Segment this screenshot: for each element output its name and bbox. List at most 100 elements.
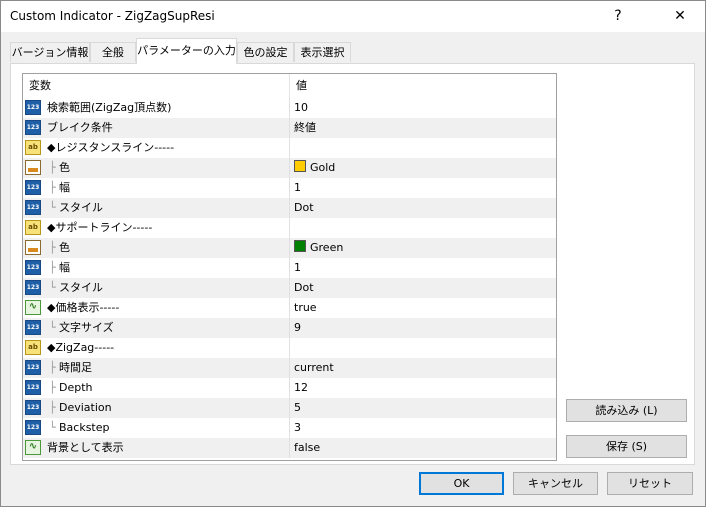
- close-button[interactable]: ✕: [657, 1, 703, 32]
- parameter-name-cell: ab ◆レジスタンスライン-----: [23, 138, 290, 158]
- parameter-row[interactable]: ab ◆サポートライン-----: [23, 218, 556, 238]
- parameter-value: Dot: [294, 201, 314, 214]
- parameter-row[interactable]: 123 └ Backstep 3: [23, 418, 556, 438]
- parameter-row[interactable]: 123 └ スタイル Dot: [23, 198, 556, 218]
- color-swatch: [294, 160, 306, 172]
- tab-version-info[interactable]: バージョン情報: [10, 42, 90, 62]
- parameter-name: 幅: [59, 261, 70, 274]
- integer-type-icon: 123: [25, 180, 41, 195]
- integer-type-icon: 123: [25, 260, 41, 275]
- parameter-row[interactable]: 123 └ 文字サイズ 9: [23, 318, 556, 338]
- tab-general[interactable]: 全般: [90, 42, 136, 62]
- parameter-name-cell: ├ 色: [23, 238, 290, 258]
- cancel-button[interactable]: キャンセル: [513, 472, 598, 495]
- parameter-row[interactable]: ab ◆ZigZag-----: [23, 338, 556, 358]
- tree-connector: ├: [49, 241, 56, 254]
- boolean-type-icon: ∿: [25, 440, 41, 455]
- parameter-value-cell[interactable]: [290, 218, 556, 238]
- tab-input-parameters[interactable]: パラメーターの入力: [136, 38, 237, 64]
- parameter-row[interactable]: 123 ├ 幅 1: [23, 258, 556, 278]
- tab-visualization[interactable]: 表示選択: [294, 42, 351, 62]
- parameter-value-cell[interactable]: true: [290, 298, 556, 318]
- tree-connector: ├: [49, 161, 56, 174]
- parameter-row[interactable]: ├ 色 Gold: [23, 158, 556, 178]
- parameter-value-cell[interactable]: Gold: [290, 158, 556, 178]
- parameter-value-cell[interactable]: 終値: [290, 118, 556, 138]
- parameter-row[interactable]: ∿ 背景として表示 false: [23, 438, 556, 458]
- tree-connector: └: [49, 321, 56, 334]
- parameter-name-cell: 123 ├ Depth: [23, 378, 290, 398]
- parameter-row[interactable]: 123 ブレイク条件 終値: [23, 118, 556, 138]
- parameter-value: 1: [294, 181, 301, 194]
- parameter-value-cell[interactable]: current: [290, 358, 556, 378]
- parameter-name-cell: 123 ├ Deviation: [23, 398, 290, 418]
- integer-type-icon: 123: [25, 420, 41, 435]
- parameter-row[interactable]: 123 ├ Deviation 5: [23, 398, 556, 418]
- parameter-name-cell: ├ 色: [23, 158, 290, 178]
- parameter-row[interactable]: 123 ├ Depth 12: [23, 378, 556, 398]
- parameter-value: Dot: [294, 281, 314, 294]
- parameter-value-cell[interactable]: Green: [290, 238, 556, 258]
- save-button[interactable]: 保存 (S): [566, 435, 687, 458]
- parameter-name: ◆サポートライン-----: [47, 221, 153, 234]
- color-type-icon: [25, 240, 41, 255]
- parameter-value-cell[interactable]: 5: [290, 398, 556, 418]
- parameter-name-cell: 123 検索範囲(ZigZag頂点数): [23, 98, 290, 118]
- title-bar: Custom Indicator - ZigZagSupResi ? ✕: [1, 1, 705, 32]
- parameter-row[interactable]: 123 ├ 時間足 current: [23, 358, 556, 378]
- parameter-value-cell[interactable]: 9: [290, 318, 556, 338]
- parameter-name: 検索範囲(ZigZag頂点数): [47, 101, 172, 114]
- parameter-row[interactable]: ├ 色 Green: [23, 238, 556, 258]
- parameter-value-cell[interactable]: 12: [290, 378, 556, 398]
- parameter-name-cell: 123 ├ 時間足: [23, 358, 290, 378]
- parameter-value-cell[interactable]: 10: [290, 98, 556, 118]
- integer-type-icon: 123: [25, 100, 41, 115]
- parameter-row[interactable]: 123 └ スタイル Dot: [23, 278, 556, 298]
- integer-type-icon: 123: [25, 280, 41, 295]
- load-button[interactable]: 読み込み (L): [566, 399, 687, 422]
- parameter-value-cell[interactable]: 1: [290, 178, 556, 198]
- parameter-name: ◆レジスタンスライン-----: [47, 141, 175, 154]
- parameter-name: Deviation: [59, 401, 112, 414]
- parameter-name-cell: ab ◆サポートライン-----: [23, 218, 290, 238]
- header-variable: 変数: [23, 74, 290, 98]
- tab-colors[interactable]: 色の設定: [237, 42, 294, 62]
- parameter-value: 終値: [294, 121, 316, 134]
- parameter-name: Backstep: [59, 421, 110, 434]
- string-type-icon: ab: [25, 220, 41, 235]
- help-button[interactable]: ?: [595, 1, 641, 32]
- parameter-name-cell: 123 ├ 幅: [23, 178, 290, 198]
- reset-button[interactable]: リセット: [607, 472, 693, 495]
- parameter-name: Depth: [59, 381, 93, 394]
- parameter-value-cell[interactable]: [290, 338, 556, 358]
- parameter-value: 3: [294, 421, 301, 434]
- parameter-row[interactable]: 123 検索範囲(ZigZag頂点数) 10: [23, 98, 556, 118]
- parameter-name: 文字サイズ: [59, 321, 114, 334]
- tree-connector: ├: [49, 401, 56, 414]
- parameter-value-cell[interactable]: [290, 138, 556, 158]
- parameter-value-cell[interactable]: false: [290, 438, 556, 458]
- parameter-name: 幅: [59, 181, 70, 194]
- parameter-value: false: [294, 441, 321, 454]
- parameter-value: Green: [310, 241, 344, 254]
- parameter-name-cell: 123 └ スタイル: [23, 198, 290, 218]
- parameter-value-cell[interactable]: Dot: [290, 198, 556, 218]
- parameters-grid: 変数 値 123 検索範囲(ZigZag頂点数) 10 123 ブレイク条件 終値 ab ◆レ…: [22, 73, 557, 461]
- tree-connector: └: [49, 201, 56, 214]
- parameter-value: 12: [294, 381, 308, 394]
- color-swatch: [294, 240, 306, 252]
- tree-connector: ├: [49, 381, 56, 394]
- parameter-name: スタイル: [59, 281, 103, 294]
- parameter-value-cell[interactable]: Dot: [290, 278, 556, 298]
- parameter-name-cell: 123 ブレイク条件: [23, 118, 290, 138]
- parameter-row[interactable]: ∿ ◆価格表示----- true: [23, 298, 556, 318]
- parameter-name: 背景として表示: [47, 441, 124, 454]
- parameter-value: 9: [294, 321, 301, 334]
- ok-button[interactable]: OK: [419, 472, 504, 495]
- header-value: 値: [296, 79, 307, 92]
- parameter-value-cell[interactable]: 1: [290, 258, 556, 278]
- parameter-value-cell[interactable]: 3: [290, 418, 556, 438]
- parameter-name: 色: [59, 161, 70, 174]
- parameter-row[interactable]: 123 ├ 幅 1: [23, 178, 556, 198]
- parameter-row[interactable]: ab ◆レジスタンスライン-----: [23, 138, 556, 158]
